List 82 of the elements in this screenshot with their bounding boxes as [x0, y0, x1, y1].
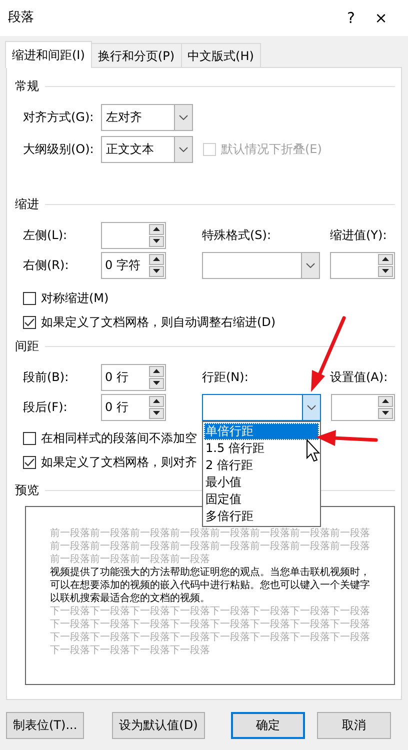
- dialog-button[interactable]: 设为默认值(D): [112, 712, 205, 738]
- field-label: 大纲级别(O):: [22, 141, 95, 158]
- checkbox-label[interactable]: 如果定义了文档网格，则对齐: [41, 453, 197, 471]
- field-label: 左侧(L):: [22, 227, 68, 244]
- down-arrow-icon: [382, 411, 389, 415]
- dialog-button[interactable]: 确定: [230, 712, 305, 738]
- spin-down-button[interactable]: [149, 378, 164, 388]
- checkbox[interactable]: [23, 292, 36, 304]
- caret-icon: [179, 146, 188, 152]
- checkbox[interactable]: [23, 316, 36, 328]
- field-label: 段前(B):: [22, 369, 70, 386]
- caret-icon: [179, 114, 188, 120]
- field-label: 段后(F):: [22, 399, 68, 416]
- tab[interactable]: 缩进和间距(I): [5, 41, 92, 68]
- down-arrow-icon: [153, 381, 160, 385]
- dropdown-field[interactable]: 正文文本: [101, 136, 193, 162]
- up-arrow-icon: [153, 369, 160, 373]
- down-arrow-icon: [153, 239, 160, 243]
- checkbox-label[interactable]: 对称缩进(M): [41, 289, 109, 307]
- spin-down-button[interactable]: [378, 266, 393, 276]
- dropdown-option[interactable]: 最小值: [204, 474, 318, 490]
- tab[interactable]: 中文版式(H): [180, 43, 261, 67]
- check-icon: [24, 318, 35, 326]
- field-label: 右侧(R):: [22, 257, 70, 274]
- spin-up-button[interactable]: [149, 224, 164, 234]
- dropdown-field[interactable]: [202, 394, 320, 420]
- close-button[interactable]: ×: [366, 6, 396, 30]
- field-label: 行距(N):: [202, 369, 250, 386]
- dropdown-field[interactable]: [202, 252, 320, 278]
- annotation-arrow: [316, 430, 378, 446]
- down-arrow-icon: [152, 411, 160, 415]
- help-button[interactable]: ?: [336, 6, 366, 30]
- checkbox[interactable]: [23, 432, 36, 444]
- caret-icon: [306, 404, 316, 410]
- up-arrow-icon: [152, 399, 160, 403]
- spin-down-button[interactable]: [149, 236, 164, 246]
- spin-field[interactable]: 0 行: [101, 394, 166, 420]
- dialog-button[interactable]: 制表位(T)...: [6, 712, 84, 738]
- dropdown-option[interactable]: 固定值: [204, 490, 318, 508]
- field-label: 对齐方式(G):: [22, 109, 95, 126]
- up-arrow-icon: [152, 257, 160, 261]
- dropdown-option[interactable]: 2 倍行距: [204, 456, 318, 474]
- section-heading: 常规: [15, 78, 39, 95]
- up-arrow-icon: [153, 227, 160, 231]
- checkbox-label: 默认情况下折叠(E): [221, 141, 322, 158]
- checkbox-label[interactable]: 在相同样式的段落间不添加空: [41, 429, 197, 447]
- dropdown-option[interactable]: 多倍行距: [204, 508, 318, 524]
- up-arrow-icon: [382, 257, 389, 261]
- checkbox-label[interactable]: 如果定义了文档网格，则自动调整右缩进(D): [41, 313, 276, 331]
- down-arrow-icon: [382, 269, 389, 273]
- spin-down-button[interactable]: [148, 266, 164, 276]
- check-icon: [24, 458, 35, 466]
- caret-icon: [306, 262, 316, 268]
- spin-field[interactable]: 0 字符: [101, 252, 166, 278]
- section-heading: 缩进: [15, 196, 39, 213]
- down-arrow-icon: [152, 269, 160, 273]
- dropdown-option[interactable]: 单倍行距: [204, 422, 318, 440]
- preview-text: 下一段落下一段落下一段落下一段落下一段落下一段落下一段落下一段落下一段落下一段落下一段落下一段落下一段落下一段落下一段落下一段落下一段落下一段落下一段落下一段落下一段落下一段落下一段落下一段落下一段落下一段落下一段落下一段落: [50, 605, 370, 657]
- preview-text: 视频提供了功能强大的方法帮助您证明您的观点。当您单击联机视频时，可以在想要添加的视频的嵌入代码中进行粘贴。您也可以键入一个关键字以联机搜索最适合您的文档的视频。: [50, 566, 370, 605]
- dropdown-field[interactable]: 左对齐: [101, 104, 193, 130]
- spin-field[interactable]: [330, 394, 395, 420]
- section-heading: 间距: [15, 338, 39, 355]
- checkbox[interactable]: [23, 456, 36, 468]
- spin-field[interactable]: [330, 252, 395, 278]
- spin-up-button[interactable]: [378, 396, 393, 406]
- spin-up-button[interactable]: [378, 254, 393, 264]
- spin-up-button[interactable]: [148, 396, 164, 406]
- section-heading: 预览: [15, 482, 39, 499]
- dropdown-option[interactable]: 1.5 倍行距: [204, 440, 318, 456]
- spin-down-button[interactable]: [148, 408, 164, 418]
- field-label: 缩进值(Y):: [330, 227, 387, 244]
- spin-up-button[interactable]: [149, 366, 164, 376]
- field-label: 设置值(A):: [330, 369, 388, 386]
- spin-down-button[interactable]: [378, 408, 393, 418]
- dialog-button[interactable]: 取消: [316, 712, 391, 738]
- field-label: 特殊格式(S):: [202, 227, 272, 244]
- preview-text: 前一段落前一段落前一段落前一段落前一段落前一段落前一段落前一段落前一段落前一段落前一段落前一段落前一段落前一段落前一段落前一段落前一段落前一段落前一段落前一段落: [50, 527, 370, 566]
- spin-field[interactable]: 0 行: [101, 364, 166, 390]
- spin-field[interactable]: [101, 222, 166, 248]
- spin-up-button[interactable]: [148, 254, 164, 264]
- window-title: 段落: [8, 9, 35, 28]
- up-arrow-icon: [382, 399, 389, 403]
